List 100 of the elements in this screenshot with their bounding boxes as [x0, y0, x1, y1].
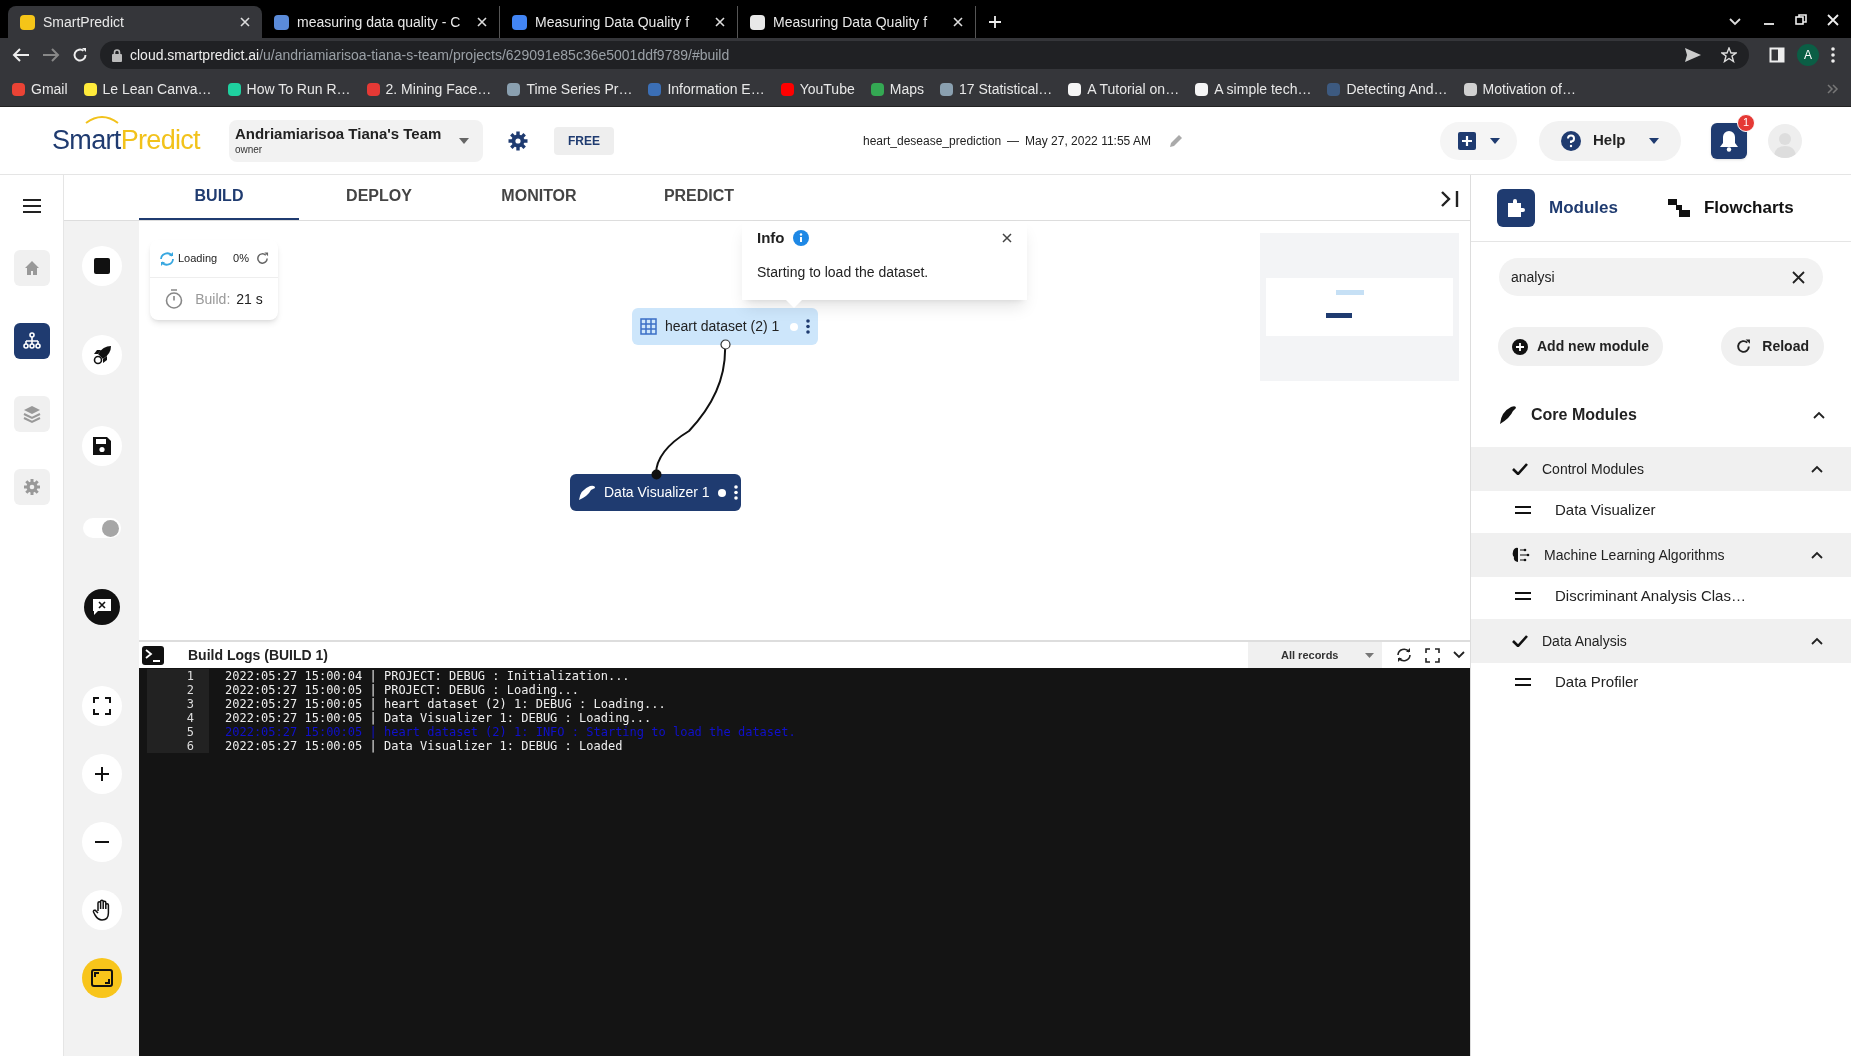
pan-button[interactable] — [81, 890, 122, 930]
flow-node[interactable]: Data Visualizer 1 — [570, 474, 741, 511]
plus-icon — [93, 766, 110, 782]
line-number: 3 — [147, 697, 209, 711]
module-item[interactable]: Data Visualizer — [1471, 491, 1851, 529]
clear-icon[interactable] — [1792, 271, 1805, 284]
help-icon — [1561, 130, 1581, 151]
chevron-up-icon — [1811, 637, 1823, 645]
table-icon — [640, 318, 657, 335]
tab-title: Measuring Data Quality f — [535, 12, 691, 32]
hierarchy-icon — [21, 331, 42, 351]
drag-handle-icon — [1515, 506, 1531, 514]
line-number: 2 — [147, 683, 209, 697]
close-icon[interactable] — [1002, 233, 1012, 244]
module-group[interactable]: Machine Learning Algorithms — [1471, 533, 1851, 577]
output-port-icon — [720, 339, 731, 350]
settings-icon[interactable] — [507, 130, 528, 151]
reload-button[interactable]: Reload — [1721, 327, 1824, 366]
refresh-icon[interactable] — [256, 252, 269, 265]
check-icon — [1512, 635, 1528, 647]
section-header[interactable]: Core Modules — [1471, 396, 1851, 434]
caret-icon — [458, 137, 469, 144]
add-module-button[interactable]: Add new module — [1498, 327, 1663, 366]
bookmark[interactable]: Detecting And… — [1327, 78, 1448, 100]
log-filter-dropdown[interactable]: All records — [1248, 642, 1382, 668]
progress-percent: 0% — [233, 251, 249, 267]
chevron-down-icon[interactable] — [1453, 651, 1465, 659]
module-group[interactable]: Control Modules — [1471, 447, 1851, 491]
close-logs-button[interactable] — [83, 589, 120, 625]
logo: SmartPredict — [52, 120, 200, 161]
line-number: 1 — [147, 669, 209, 683]
panel-tab[interactable]: Modules — [1497, 189, 1618, 227]
bell-icon — [1719, 129, 1739, 152]
reload-icon[interactable] — [72, 47, 88, 63]
add-dropdown[interactable] — [1440, 121, 1517, 160]
stopwatch-icon — [165, 289, 184, 309]
kebab-menu-icon[interactable] — [806, 319, 810, 334]
tab[interactable]: DEPLOY — [299, 174, 459, 220]
bookmark[interactable]: A simple tech… — [1195, 78, 1312, 100]
new-tab-icon[interactable] — [988, 15, 1002, 29]
forward-icon[interactable] — [42, 47, 60, 63]
stop-icon — [93, 258, 110, 274]
fit-view-button[interactable] — [81, 958, 122, 998]
module-item[interactable]: Discriminant Analysis Clas… — [1471, 577, 1851, 615]
bookmark[interactable]: Information E… — [648, 78, 765, 100]
panel-tab[interactable]: Flowcharts — [1667, 195, 1794, 221]
message-x-icon — [91, 598, 112, 616]
nav-button[interactable] — [13, 323, 50, 359]
log-line: 2022:05:27 15:00:05 | heart dataset (2) 1: INFO : Starting to load the dataset. — [225, 725, 796, 739]
menu-icon[interactable] — [22, 199, 41, 213]
port-icon — [717, 488, 726, 497]
kebab-menu-icon[interactable] — [733, 485, 738, 500]
restore-icon[interactable] — [1795, 14, 1807, 26]
module-group[interactable]: Data Analysis — [1471, 619, 1851, 663]
caret-icon — [1649, 137, 1659, 144]
drag-handle-icon — [1515, 592, 1531, 600]
expand-icon[interactable] — [1425, 647, 1440, 663]
port-icon — [790, 322, 798, 331]
toggle-switch[interactable] — [82, 518, 121, 538]
bookmark[interactable]: Maps — [870, 78, 924, 100]
bookmark[interactable]: 17 Statistical… — [939, 78, 1053, 100]
browser-tab[interactable]: SmartPredict — [8, 6, 262, 38]
tab[interactable]: MONITOR — [459, 174, 619, 220]
deploy-button[interactable] — [81, 335, 122, 375]
plus-icon — [1457, 131, 1476, 150]
reload-icon — [1736, 339, 1752, 354]
fit-view-icon — [90, 969, 113, 987]
bookmark[interactable]: Le Lean Canva… — [83, 78, 212, 100]
stop-button[interactable] — [81, 246, 122, 286]
bookmark[interactable]: How To Run R… — [227, 78, 351, 100]
more-icon[interactable] — [1831, 47, 1835, 63]
fullscreen-icon — [92, 697, 111, 715]
bookmark[interactable]: Motivation of… — [1463, 78, 1576, 100]
tab[interactable]: PREDICT — [619, 174, 779, 220]
input-port-icon — [651, 469, 662, 480]
address-bar[interactable]: cloud.smartpredict.ai/u/andriamiarisoa-tiana-s-team/projects/629091e85c36e5001ddf9789/#build — [100, 41, 1749, 69]
back-icon[interactable] — [12, 47, 30, 63]
collapse-panel-icon[interactable] — [1440, 190, 1460, 208]
bookmark[interactable]: Gmail — [12, 78, 68, 100]
team-dropdown[interactable]: Andriamiarisoa Tiana's Team owner — [228, 119, 483, 162]
module-item[interactable]: Data Profiler — [1471, 663, 1851, 701]
sync-icon[interactable] — [1396, 647, 1412, 663]
bookmark[interactable]: 2. Mining Face… — [366, 78, 492, 100]
zoom-in-button[interactable] — [81, 754, 122, 794]
logs-title: Build Logs (BUILD 1) — [188, 645, 328, 665]
more-bookmarks-icon[interactable] — [1827, 84, 1839, 94]
fullscreen-button[interactable] — [81, 686, 122, 726]
bookmark[interactable]: A Tutorial on… — [1068, 78, 1180, 100]
team-name: Andriamiarisoa Tiana's Team — [234, 124, 443, 144]
send-icon[interactable] — [1685, 48, 1701, 62]
help-button[interactable]: Help — [1539, 120, 1681, 161]
bookmark[interactable]: YouTube — [780, 78, 855, 100]
save-button[interactable] — [81, 426, 122, 466]
flow-node[interactable]: heart dataset (2) 1 — [632, 308, 818, 345]
bookmark[interactable]: Time Series Pr… — [507, 78, 633, 100]
star-icon[interactable] — [1721, 47, 1737, 63]
project-date: May 27, 2022 11:55 AM — [1025, 132, 1151, 150]
sidebar-icon[interactable] — [1769, 47, 1785, 63]
profile-avatar[interactable]: A — [1797, 44, 1819, 66]
search-field[interactable]: analysi — [1499, 258, 1823, 296]
